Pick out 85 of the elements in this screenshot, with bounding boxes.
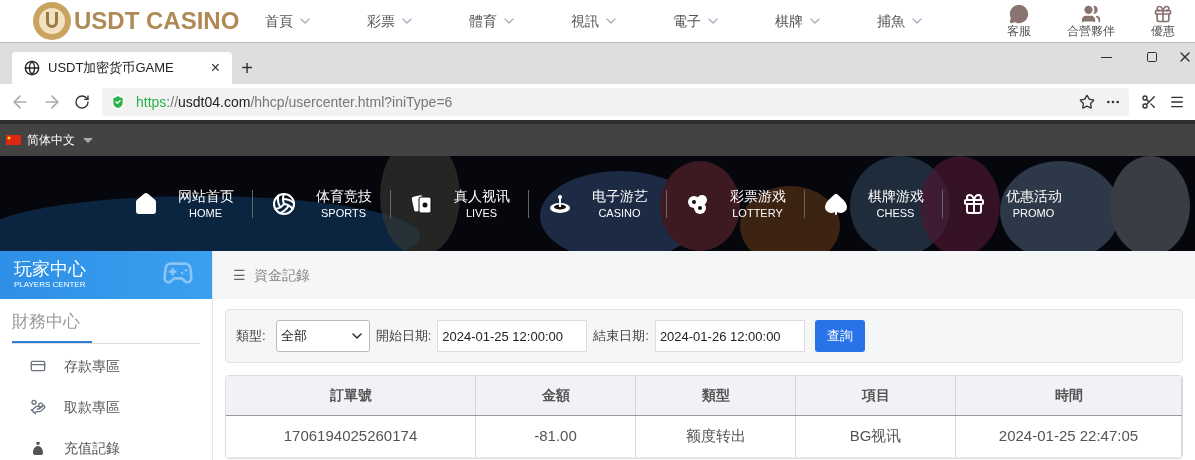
header-link[interactable]: 合營夥伴: [1059, 4, 1123, 38]
url-text: https://usdt04.com/hhcp/usercenter.html?iniType=6: [136, 92, 454, 112]
menu-glyph: ☰: [233, 265, 246, 285]
hand-money-icon: [30, 399, 46, 415]
gift-icon: [1153, 4, 1173, 24]
header-link-label: 優惠: [1151, 24, 1175, 38]
table-cell: 额度转出: [636, 416, 796, 457]
column-header: 時間: [956, 376, 1182, 415]
table-cell: -81.00: [476, 416, 636, 457]
sidebar-item[interactable]: 取款專區: [30, 396, 212, 418]
end-date-field[interactable]: 2024-01-26 12:00:00: [654, 320, 805, 352]
tab-close-button[interactable]: ×: [210, 56, 220, 80]
header-link-label: 合營夥伴: [1067, 24, 1115, 38]
sidebar-subtitle: PLAYERS CENTER: [14, 279, 86, 291]
nav-sublabel: HOME: [189, 205, 222, 221]
table-cell: BG视讯: [796, 416, 956, 457]
table-cell: 1706194025260174: [226, 416, 476, 457]
nav-link[interactable]: 視訊: [571, 10, 673, 32]
flag-icon: [6, 135, 21, 145]
sidebar-item[interactable]: 存款專區: [30, 355, 212, 377]
shield-icon: [110, 94, 126, 110]
minimize-icon: [1100, 56, 1112, 58]
browser-tab[interactable]: USDT加密货币GAME ×: [12, 52, 232, 84]
nav-link[interactable]: 彩票: [367, 10, 469, 32]
chat-icon: [1009, 4, 1029, 24]
maximize-icon: [1146, 51, 1158, 63]
start-date-label: 開始日期:: [375, 327, 432, 346]
nav-label: 优惠活动: [1005, 186, 1062, 205]
type-select[interactable]: 全部: [275, 320, 370, 352]
column-header: 類型: [636, 376, 796, 415]
nav-sublabel: CASINO: [598, 205, 641, 221]
nav-sublabel: SPORTS: [321, 205, 366, 221]
new-tab-button[interactable]: +: [232, 52, 262, 84]
nav-label: 真人视讯: [453, 186, 510, 205]
nav-sublabel: PROMO: [1012, 205, 1055, 221]
column-header: 訂單號: [226, 376, 476, 415]
header-link[interactable]: 客服: [987, 4, 1051, 38]
nav-link[interactable]: 電子: [673, 10, 775, 32]
table-cell: 2024-01-25 22:47:05: [956, 416, 1182, 457]
nav-label: 网站首页: [177, 186, 234, 205]
main-nav-item[interactable]: 棋牌游戏 CHESS: [805, 186, 942, 221]
nav-label: 棋牌游戏: [867, 186, 924, 205]
nav-sublabel: LIVES: [465, 205, 498, 221]
language-selector[interactable]: 简体中文: [27, 131, 93, 149]
bookmark-icon[interactable]: [1079, 94, 1095, 110]
type-label: 類型:: [236, 327, 266, 346]
main-nav-item[interactable]: 体育竞技 SPORTS: [253, 186, 390, 221]
header-link[interactable]: 優惠: [1131, 4, 1195, 38]
nav-label: 彩票游戏: [729, 186, 786, 205]
nav-link[interactable]: 首頁: [265, 10, 367, 32]
start-date-field[interactable]: 2024-01-25 12:00:00: [437, 320, 588, 352]
search-button[interactable]: 查詢: [814, 320, 865, 352]
sidebar-title: 玩家中心: [14, 259, 86, 279]
nav-label: 体育竞技: [315, 186, 372, 205]
main-nav-item[interactable]: 真人视讯 LIVES: [391, 186, 528, 221]
globe-icon: [24, 60, 40, 76]
nav-label: 电子游艺: [591, 186, 648, 205]
card-icon: [30, 358, 46, 374]
logo-icon: [32, 1, 72, 41]
nav-sublabel: LOTTERY: [732, 205, 783, 221]
reload-button[interactable]: [74, 94, 90, 110]
people-icon: [1081, 4, 1101, 24]
nav-sublabel: CHESS: [876, 205, 915, 221]
column-header: 金額: [476, 376, 636, 415]
nav-link[interactable]: 捕魚: [877, 10, 979, 32]
logo-text: USDT CASINO: [74, 6, 240, 36]
spade-icon: [823, 191, 848, 216]
tab-title: USDT加密货币GAME: [48, 59, 175, 78]
main-nav-item[interactable]: 电子游艺 CASINO: [529, 186, 666, 221]
menu-icon[interactable]: [1169, 94, 1185, 110]
main-nav-item[interactable]: 优惠活动 PROMO: [943, 186, 1080, 221]
end-date-label: 結束日期:: [593, 327, 649, 346]
column-header: 項目: [796, 376, 956, 415]
nav-link[interactable]: 體育: [469, 10, 571, 32]
money-bag-icon: [30, 440, 46, 456]
gift-icon: [961, 191, 986, 216]
scissors-icon[interactable]: [1141, 94, 1157, 110]
main-nav-item[interactable]: 彩票游戏 LOTTERY: [667, 186, 804, 221]
nav-link[interactable]: 棋牌: [775, 10, 877, 32]
header-link-label: 客服: [1007, 24, 1031, 38]
sidebar-item[interactable]: 充值記錄: [30, 437, 212, 459]
ball-icon: [271, 191, 296, 216]
main-nav-item[interactable]: 网站首页 HOME: [115, 186, 252, 221]
breadcrumb-title: 資金記錄: [254, 265, 310, 285]
address-field[interactable]: https://usdt04.com/hhcp/usercenter.html?iniType=6: [102, 88, 1129, 116]
